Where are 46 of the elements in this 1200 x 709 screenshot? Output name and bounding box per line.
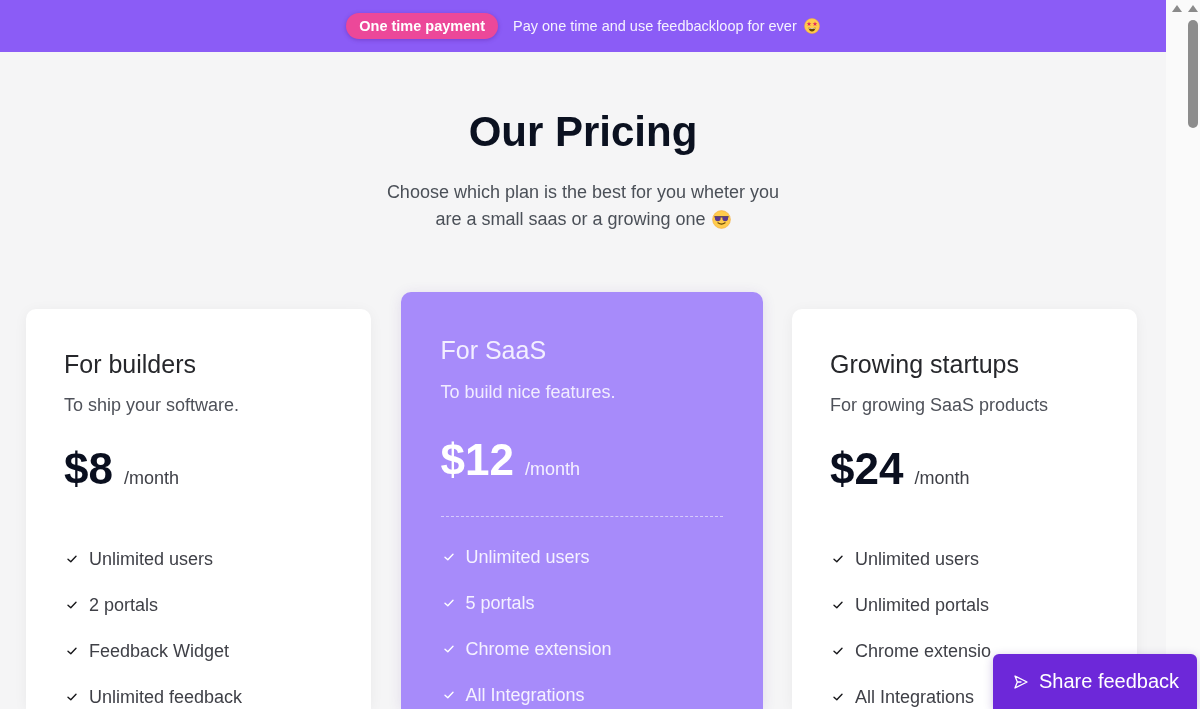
plan-description: For growing SaaS products [830,394,1050,417]
check-icon [67,693,77,701]
feature-text: Unlimited feedback [89,687,243,707]
feature-text: Chrome extension [465,639,612,659]
plan-name: For builders [64,350,197,378]
feature-text: Chrome extensio [855,641,992,661]
check-icon [443,553,454,561]
billing-period: /month [524,459,580,480]
check-icon [67,601,77,609]
feature-text: Unlimited users [89,549,214,569]
plan-name: Growing startups [830,350,1020,378]
send-icon [1013,673,1029,690]
page-subtitle: are a small saas or a growing one [435,208,706,231]
check-icon [833,555,843,563]
check-icon [833,647,843,655]
check-icon [443,691,454,699]
banner-text: Pay one time and use feedbackloop for ever [513,18,797,34]
price: $8 [64,445,113,493]
check-icon [833,601,843,609]
price: $24 [830,445,904,493]
feature-text: Unlimited users [855,549,980,569]
feature-text: Unlimited users [465,547,590,567]
check-icon [443,645,454,653]
check-icon [833,693,843,701]
price: $12 [440,436,514,484]
billing-period: /month [914,468,970,489]
feature-text: All Integrations [465,685,585,705]
star-eyes-face-icon [803,18,820,34]
feature-text: All Integrations [855,687,975,707]
plan-description: To ship your software. [64,394,241,417]
share-feedback-button[interactable]: Share feedback [993,654,1197,709]
check-icon [67,647,77,655]
feature-text: Unlimited portals [855,595,990,615]
check-icon [443,599,454,607]
billing-period: /month [123,468,179,489]
feature-text: Feedback Widget [89,641,230,661]
one-time-badge: One time payment [346,13,498,39]
scrollbar-thumb[interactable] [1188,20,1198,128]
plan-name: For SaaS [440,336,548,364]
check-icon [67,555,77,563]
feature-text: 2 portals [89,595,159,615]
page-title: Our Pricing [468,107,698,157]
plan-description: To build nice features. [440,381,617,404]
sunglasses-face-icon [711,210,731,229]
page-subtitle: Choose which plan is the best for you wheter you [386,181,780,204]
feature-text: 5 portals [465,593,535,613]
